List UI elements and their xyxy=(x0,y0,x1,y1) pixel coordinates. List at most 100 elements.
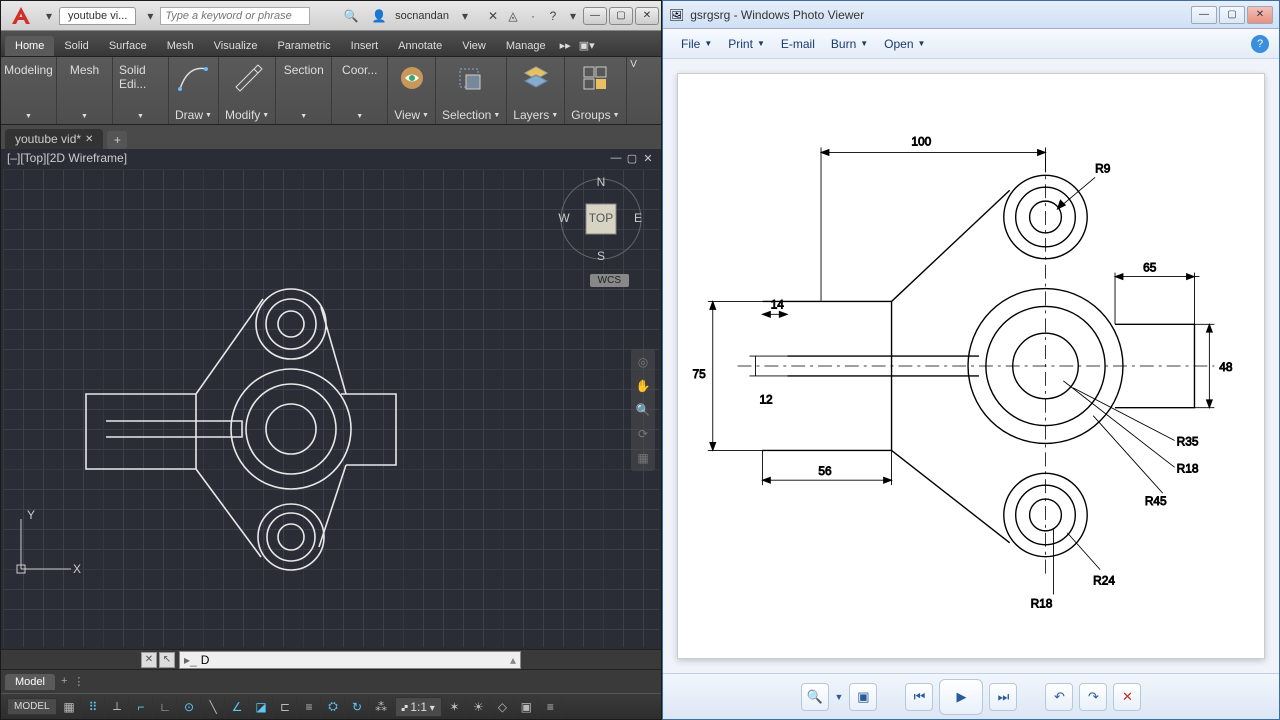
menu-open[interactable]: Open▼ xyxy=(876,35,933,53)
ribbon-tab-surface[interactable]: Surface xyxy=(99,36,157,56)
isolate-icon[interactable]: ◇ xyxy=(492,697,514,717)
layout-menu-icon[interactable]: ⋮ xyxy=(71,675,86,688)
delete-button[interactable]: ✕ xyxy=(1113,683,1141,711)
panel-selection[interactable]: Selection▼ xyxy=(436,57,507,124)
anno-scale[interactable]: 🙾 1:1 ▾ xyxy=(395,697,442,717)
ribbon-tab-insert[interactable]: Insert xyxy=(341,36,389,56)
pv-close-button[interactable]: ✕ xyxy=(1247,6,1273,24)
zoom-out-button[interactable]: 🔍 xyxy=(801,683,829,711)
ribbon-tab-parametric[interactable]: Parametric xyxy=(267,36,340,56)
layout-tabs: Model +⋮ xyxy=(1,669,661,693)
pv-image[interactable]: 100 R9 65 48 75 xyxy=(677,73,1265,659)
rotate-left-button[interactable]: ↶ xyxy=(1045,683,1073,711)
pv-maximize-button[interactable]: ▢ xyxy=(1219,6,1245,24)
panel-groups[interactable]: Groups▼ xyxy=(565,57,626,124)
lweight-icon[interactable]: ≡ xyxy=(299,697,321,717)
user-dropdown-icon[interactable]: ▾ xyxy=(457,8,473,24)
nav-showmotion-icon[interactable]: ▦ xyxy=(634,449,652,467)
new-tab-button[interactable]: + xyxy=(107,131,127,149)
panel-layers[interactable]: Layers▼ xyxy=(507,57,565,124)
navigation-bar[interactable]: ◎ ✋ 🔍 ⟳ ▦ xyxy=(631,349,655,471)
minimize-button[interactable]: — xyxy=(583,7,607,25)
model-tab[interactable]: Model xyxy=(5,674,55,690)
ribbon-tab-visualize[interactable]: Visualize xyxy=(204,36,268,56)
help-dropdown-icon[interactable]: ▾ xyxy=(565,8,581,24)
document-tab[interactable]: youtube vid* ✕ xyxy=(5,129,103,149)
panel-overflow[interactable]: V xyxy=(627,57,641,124)
menu-file[interactable]: File▼ xyxy=(673,35,720,53)
nav-orbit-icon[interactable]: ⟳ xyxy=(634,425,652,443)
dynamic-input-icon[interactable]: ⌐ xyxy=(131,697,153,717)
slideshow-button[interactable]: ▶ xyxy=(939,679,983,715)
next-button[interactable]: ⏭ xyxy=(989,683,1017,711)
pv-minimize-button[interactable]: — xyxy=(1191,6,1217,24)
actual-size-button[interactable]: ▣ xyxy=(849,683,877,711)
panel-modeling[interactable]: Modeling▼ xyxy=(1,57,57,124)
status-model[interactable]: MODEL xyxy=(7,698,57,715)
ribbon-tab-annotate[interactable]: Annotate xyxy=(388,36,452,56)
exchange-icon[interactable]: ✕ xyxy=(485,8,501,24)
panel-solid-editing[interactable]: Solid Edi...▼ xyxy=(113,57,169,124)
nav-wheel-icon[interactable]: ◎ xyxy=(634,353,652,371)
ribbon-tab-manage[interactable]: Manage xyxy=(496,36,556,56)
close-button[interactable]: ✕ xyxy=(635,7,659,25)
cycling-icon[interactable]: ↻ xyxy=(347,697,369,717)
ribbon-tab-view[interactable]: View xyxy=(452,36,496,56)
ribbon-tab-mesh[interactable]: Mesh xyxy=(157,36,204,56)
qat-dropdown-icon[interactable]: ▾ xyxy=(41,8,57,24)
panel-section[interactable]: Section▼ xyxy=(276,57,332,124)
pv-canvas: 100 R9 65 48 75 xyxy=(663,59,1279,673)
ribbon-tab-solid[interactable]: Solid xyxy=(54,36,98,56)
viewcube[interactable]: N S E W TOP xyxy=(556,174,646,264)
panel-view[interactable]: View▼ xyxy=(388,57,436,124)
customize-icon[interactable]: ≡ xyxy=(540,697,562,717)
search-input[interactable] xyxy=(160,7,310,25)
previous-button[interactable]: ⏮ xyxy=(905,683,933,711)
panel-mesh[interactable]: Mesh▼ xyxy=(57,57,113,124)
command-input[interactable]: ▸_ D ▴ xyxy=(179,651,521,669)
transparency-icon[interactable]: ⛭ xyxy=(323,697,345,717)
ribbon-overflow-icon[interactable]: ▸▸ xyxy=(556,35,575,56)
drawing-viewport[interactable]: [–][Top][2D Wireframe] — ▢ ✕ xyxy=(1,149,661,649)
rotate-right-button[interactable]: ↷ xyxy=(1079,683,1107,711)
ribbon-expand-icon[interactable]: ▣▾ xyxy=(575,35,599,56)
3dosnap-icon[interactable]: ◪ xyxy=(251,697,273,717)
polar-toggle-icon[interactable]: ⊙ xyxy=(179,697,201,717)
cleanscreen-icon[interactable]: ▣ xyxy=(516,697,538,717)
panel-draw[interactable]: Draw▼ xyxy=(169,57,219,124)
grid-toggle-icon[interactable]: ▦ xyxy=(59,697,81,717)
panel-coordinates[interactable]: Coor...▼ xyxy=(332,57,388,124)
iso-toggle-icon[interactable]: ╲ xyxy=(203,697,225,717)
wcs-label[interactable]: WCS xyxy=(590,274,629,287)
hardware-icon[interactable]: ☀ xyxy=(468,697,490,717)
nav-zoom-icon[interactable]: 🔍 xyxy=(634,401,652,419)
menu-print[interactable]: Print▼ xyxy=(720,35,773,53)
search-button-icon[interactable]: 🔍 xyxy=(343,8,359,24)
ortho-toggle-icon[interactable]: ∟ xyxy=(155,697,177,717)
add-layout-icon[interactable]: + xyxy=(59,675,69,688)
otrack-icon[interactable]: ⊏ xyxy=(275,697,297,717)
snap-toggle-icon[interactable]: ⠿ xyxy=(83,697,105,717)
infer-toggle-icon[interactable]: ⟂ xyxy=(107,697,129,717)
menu-burn[interactable]: Burn▼ xyxy=(823,35,876,53)
command-dropdown-icon[interactable]: ▴ xyxy=(510,653,516,667)
workspace-icon[interactable]: ✶ xyxy=(444,697,466,717)
username-label[interactable]: socnandan xyxy=(389,10,455,22)
a360-icon[interactable]: ◬ xyxy=(505,8,521,24)
title-tab-dropdown-icon[interactable]: ▾ xyxy=(142,8,158,24)
osnap-toggle-icon[interactable]: ∠ xyxy=(227,697,249,717)
dim-r35: R35 xyxy=(1177,434,1199,448)
zoom-dropdown-icon[interactable]: ▼ xyxy=(835,692,844,702)
ribbon-tab-home[interactable]: Home xyxy=(5,36,54,56)
tab-close-icon[interactable]: ✕ xyxy=(85,134,93,145)
cmd-history-buttons[interactable]: ✕↖ xyxy=(141,652,175,668)
nav-pan-icon[interactable]: ✋ xyxy=(634,377,652,395)
maximize-button[interactable]: ▢ xyxy=(609,7,633,25)
title-tab[interactable]: youtube vi... xyxy=(59,7,136,25)
menu-email[interactable]: E-mail xyxy=(773,35,823,53)
annomonitor-icon[interactable]: ⁂ xyxy=(371,697,393,717)
signin-icon[interactable]: 👤 xyxy=(371,8,387,24)
panel-modify[interactable]: Modify▼ xyxy=(219,57,276,124)
help-icon[interactable]: ? xyxy=(545,8,561,24)
pv-help-icon[interactable]: ? xyxy=(1251,35,1269,53)
